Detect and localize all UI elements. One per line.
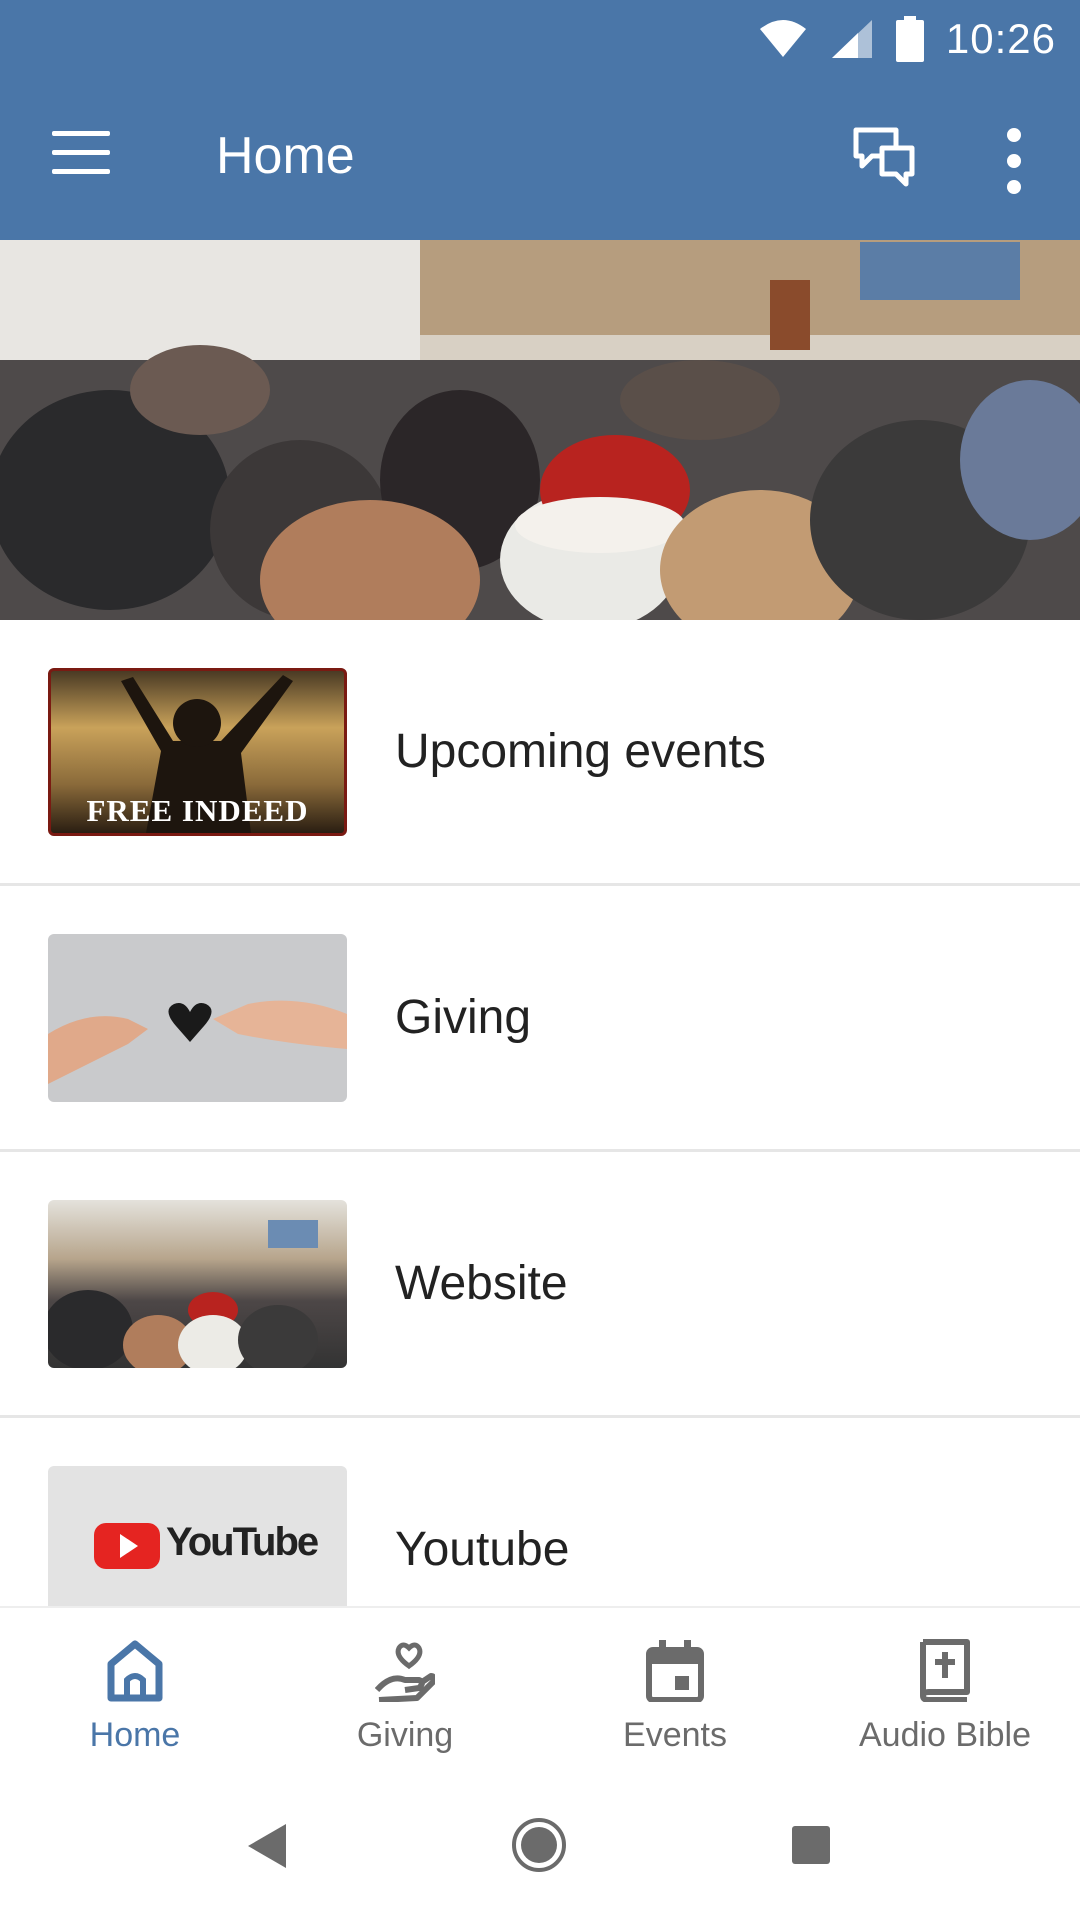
nav-giving[interactable]: Giving [270, 1608, 540, 1780]
list-item-label: Giving [395, 991, 532, 1044]
nav-events[interactable]: Events [540, 1608, 810, 1780]
menu-icon [52, 131, 110, 136]
home-list: FREE INDEED Upcoming events Giving Websi [0, 620, 1080, 1668]
bible-cross-icon [920, 1639, 970, 1702]
nav-label: Events [623, 1716, 727, 1754]
home-circle-icon[interactable] [510, 1816, 568, 1874]
church-congregation-image [0, 240, 1080, 620]
bottom-navigation: Home Giving Events Audio Bible [0, 1606, 1080, 1780]
list-item-website[interactable]: Website [0, 1152, 1080, 1418]
chat-icon [853, 127, 915, 187]
upcoming-events-thumbnail: FREE INDEED [48, 668, 347, 836]
more-options-button[interactable] [1000, 128, 1028, 194]
menu-button[interactable] [52, 131, 110, 175]
website-thumbnail [48, 1200, 347, 1368]
nav-label: Home [89, 1716, 181, 1754]
list-item-giving[interactable]: Giving [0, 886, 1080, 1152]
wifi-icon [759, 20, 806, 57]
nav-audio-bible[interactable]: Audio Bible [810, 1608, 1080, 1780]
battery-icon [895, 16, 924, 62]
congregation-thumbnail-image [48, 1220, 318, 1368]
hands-heart-image [48, 1000, 347, 1084]
list-item-upcoming-events[interactable]: FREE INDEED Upcoming events [0, 620, 1080, 886]
list-item-label: Upcoming events [395, 725, 766, 778]
home-icon [107, 1640, 163, 1702]
list-item-label: Website [395, 1257, 568, 1310]
nav-home[interactable]: Home [0, 1608, 270, 1780]
page-title: Home [216, 127, 355, 185]
status-bar: 10:26 [0, 0, 1080, 78]
thumb-caption: YouTube [166, 1520, 319, 1564]
nav-label: Audio Bible [858, 1716, 1031, 1754]
cell-signal-icon [831, 20, 872, 58]
status-icons: 10:26 [758, 14, 1056, 64]
system-navigation-bar [0, 1778, 1080, 1920]
chat-button[interactable] [852, 126, 918, 192]
calendar-icon [646, 1640, 704, 1702]
more-vert-icon [1007, 128, 1021, 142]
thumb-caption: FREE INDEED [86, 793, 309, 828]
hero-image [0, 240, 1080, 620]
giving-thumbnail [48, 934, 347, 1102]
youtube-thumbnail: YouTube [48, 1466, 347, 1616]
app-bar: Home [0, 78, 1080, 240]
back-icon[interactable] [246, 1822, 288, 1870]
status-time: 10:26 [945, 15, 1056, 62]
recents-square-icon[interactable] [792, 1826, 830, 1864]
nav-label: Giving [356, 1716, 454, 1754]
giving-hand-heart-icon [375, 1642, 435, 1702]
